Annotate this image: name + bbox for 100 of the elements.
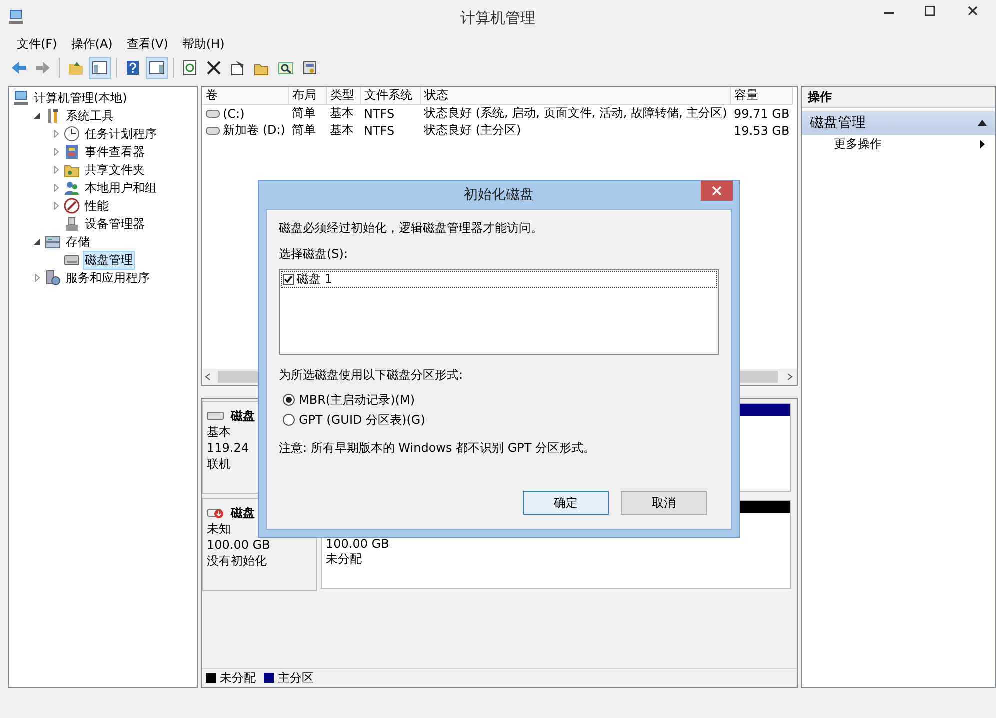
action-link[interactable]: 更多操作: [834, 136, 882, 152]
disk-settings-icon: [302, 60, 318, 76]
collapsed-arrow-icon[interactable]: [54, 148, 58, 156]
field-label: 为所选磁盘使用以下磁盘分区形式:: [279, 367, 464, 384]
collapsed-arrow-icon[interactable]: [54, 202, 58, 210]
column-header[interactable]: 类型: [326, 87, 360, 104]
tree-item[interactable]: 磁盘管理: [83, 250, 135, 270]
tree-item[interactable]: 设备管理器: [83, 216, 147, 232]
list-item[interactable]: 磁盘 1: [297, 271, 332, 288]
menu-item[interactable]: 帮助(H): [175, 36, 232, 52]
forward-arrow-icon: [35, 60, 51, 76]
event-viewer-icon: [64, 144, 80, 160]
legend-label: 未分配: [220, 670, 256, 686]
field-label: 选择磁盘(S):: [279, 246, 348, 263]
close-icon: [968, 6, 978, 16]
table-cell: 状态良好 (系统, 启动, 页面文件, 活动, 故障转储, 主分区): [420, 104, 730, 122]
radio-button[interactable]: [283, 394, 295, 406]
gauge-icon: [64, 198, 80, 214]
submenu-arrow-icon: [980, 140, 985, 148]
tree-item[interactable]: 本地用户和组: [83, 180, 159, 196]
expanded-arrow-icon[interactable]: [34, 113, 40, 119]
collapsed-arrow-icon[interactable]: [54, 130, 58, 138]
table-cell-text: 19.53 GB: [733, 122, 791, 139]
disk-name: 磁盘: [231, 505, 255, 521]
tree-item[interactable]: 存储: [64, 234, 92, 250]
checkbox[interactable]: [283, 274, 294, 285]
expanded-arrow-icon[interactable]: [34, 239, 40, 245]
dialog-close-button[interactable]: [701, 181, 733, 201]
table-cell: (C:): [223, 106, 245, 120]
computer-icon: [13, 90, 29, 106]
column-header[interactable]: 状态: [420, 87, 730, 104]
maximize-icon: [924, 6, 934, 16]
tree-item[interactable]: 任务计划程序: [83, 126, 159, 142]
column-header[interactable]: 布局: [288, 87, 326, 104]
computer-icon: [8, 9, 24, 25]
disk-detail: 119.24: [207, 440, 249, 456]
window-title: 计算机管理: [460, 9, 536, 28]
menu-item[interactable]: 文件(F): [10, 36, 64, 52]
radio-label[interactable]: MBR(主启动记录)(M): [299, 392, 416, 408]
dialog-button[interactable]: 确定: [523, 491, 609, 515]
disk-detail: 100.00 GB: [207, 537, 270, 553]
table-cell-text: 状态良好 (主分区): [423, 122, 522, 139]
disk-detail: 基本: [207, 424, 231, 440]
tree-item[interactable]: 事件查看器: [83, 144, 147, 160]
disk-name: 磁盘: [231, 408, 255, 424]
delete-icon: [206, 60, 222, 76]
actions-section-header[interactable]: 磁盘管理: [802, 111, 995, 135]
tree-item[interactable]: 共享文件夹: [83, 162, 147, 178]
users-icon: [64, 180, 80, 196]
actions-header: 操作: [802, 87, 995, 108]
collapsed-arrow-icon[interactable]: [34, 274, 40, 282]
column-header[interactable]: 卷: [202, 87, 288, 104]
table-cell: 简单: [288, 104, 326, 122]
section-title: 磁盘管理: [810, 114, 866, 132]
column-header[interactable]: 容量: [730, 87, 792, 104]
collapsed-arrow-icon[interactable]: [54, 184, 58, 192]
clock-icon: [64, 126, 80, 142]
back-arrow-icon: [11, 60, 27, 76]
disk-warning-icon: [207, 506, 225, 520]
device-manager-icon: [64, 216, 80, 232]
action-pane-icon: [149, 60, 165, 76]
disk-detail: 未知: [207, 521, 231, 537]
console-tree-icon: [92, 60, 108, 76]
dialog-message: 磁盘必须经过初始化，逻辑磁盘管理器才能访问。: [279, 220, 543, 237]
services-icon: [45, 270, 61, 286]
table-cell-text: 简单: [291, 122, 317, 139]
drive-icon: [206, 126, 220, 134]
tree-item[interactable]: 系统工具: [64, 108, 116, 124]
radio-button[interactable]: [283, 414, 295, 426]
collapse-triangle-icon[interactable]: [978, 120, 987, 126]
tree-item[interactable]: 性能: [83, 198, 111, 214]
radio-label[interactable]: GPT (GUID 分区表)(G): [299, 412, 426, 428]
legend-label: 主分区: [278, 670, 314, 686]
collapsed-arrow-icon[interactable]: [54, 166, 58, 174]
disk-drive-icon: [207, 409, 225, 423]
table-cell-text: 基本: [329, 122, 355, 139]
column-header[interactable]: 文件系统: [360, 87, 420, 104]
menu-item[interactable]: 操作(A): [64, 36, 120, 52]
check-icon: [284, 275, 293, 284]
menu-item[interactable]: 查看(V): [120, 36, 176, 52]
console-tree-button[interactable]: [89, 57, 111, 79]
folder-up-icon: [68, 60, 84, 76]
help-icon: [125, 60, 141, 76]
properties-icon: [230, 60, 246, 76]
table-cell: 新加卷 (D:): [223, 122, 286, 139]
storage-icon: [45, 234, 61, 250]
search-icon: [278, 60, 294, 76]
dialog-title: 初始化磁盘: [464, 186, 534, 204]
note-text: 注意: 所有早期版本的 Windows 都不识别 GPT 分区形式。: [279, 440, 596, 457]
tree-item[interactable]: 服务和应用程序: [64, 270, 152, 286]
table-cell: NTFS: [360, 104, 420, 122]
action-pane-button[interactable]: [146, 57, 168, 79]
drive-icon: [206, 110, 220, 118]
partition-detail: 100.00 GB: [326, 537, 390, 552]
refresh-icon: [182, 60, 198, 76]
dialog-button[interactable]: 取消: [621, 491, 707, 515]
table-cell: 99.71 GB: [730, 104, 792, 122]
tree-item[interactable]: 计算机管理(本地): [32, 90, 130, 106]
partition-detail: 未分配: [326, 552, 362, 567]
close-icon: [712, 186, 722, 196]
